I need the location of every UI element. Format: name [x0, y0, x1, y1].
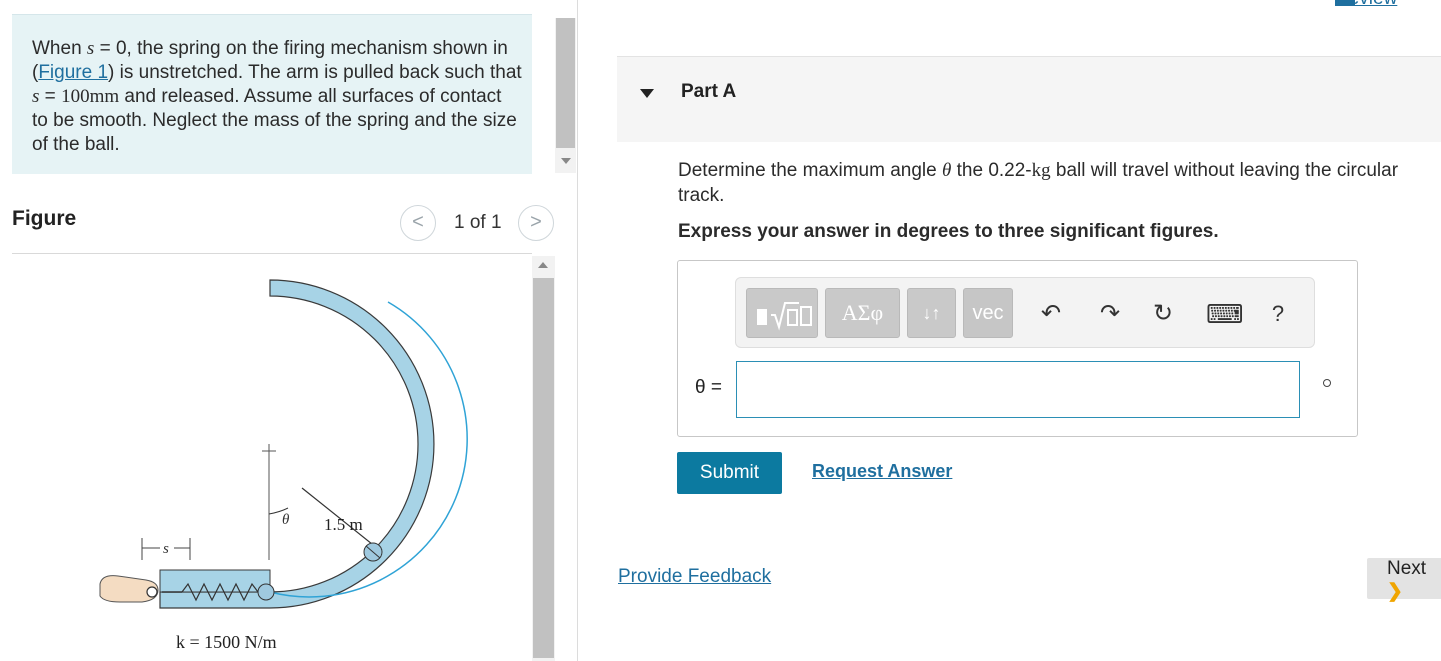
figure-divider — [12, 253, 532, 254]
figure-link[interactable]: Figure 1 — [38, 62, 108, 83]
degree-unit — [1323, 379, 1331, 387]
part-title: Part A — [681, 81, 737, 102]
scrollbar-thumb[interactable] — [533, 278, 554, 658]
answer-label: θ = — [695, 377, 722, 398]
provide-feedback-link[interactable]: Provide Feedback — [618, 566, 771, 588]
radius-label: 1.5 m — [324, 515, 363, 534]
problem-statement-panel: When s = 0, the spring on the firing mec… — [12, 14, 532, 174]
spring-constant-label: k = 1500 N/m — [176, 632, 277, 652]
scrollbar-thumb[interactable] — [556, 18, 575, 148]
previous-figure-button[interactable]: < — [400, 205, 436, 241]
next-figure-button[interactable]: > — [518, 205, 554, 241]
figure-scrollbar[interactable] — [532, 256, 555, 661]
theta-label: θ — [282, 512, 290, 528]
redo-icon[interactable]: ↷ — [1096, 300, 1124, 328]
launch-ball — [257, 583, 275, 601]
next-label: Next — [1387, 558, 1427, 579]
problem-scrollbar[interactable] — [555, 18, 576, 173]
question-text: Determine the maximum angle θ the 0.22-k… — [678, 160, 1399, 206]
answer-instruction: Express your answer in degrees to three … — [678, 221, 1219, 242]
scroll-up-arrow-icon[interactable] — [538, 262, 548, 268]
math-toolbar: ΑΣφ ↓↑ vec ↶ ↷ ↻ ⌨ ? — [735, 277, 1315, 348]
submit-button[interactable]: Submit — [677, 452, 782, 494]
request-answer-link[interactable]: Request Answer — [812, 461, 952, 482]
s-label: s — [163, 541, 169, 557]
chevron-right-icon: ❯ — [1387, 581, 1403, 602]
figure-heading: Figure — [12, 207, 77, 230]
column-divider — [577, 0, 578, 661]
review-link[interactable]: Review — [1335, 0, 1397, 10]
arrows-button[interactable]: ↓↑ — [907, 288, 956, 338]
keyboard-icon[interactable]: ⌨ — [1206, 300, 1244, 328]
scroll-down-arrow-icon[interactable] — [561, 158, 571, 164]
collapse-caret-icon[interactable] — [640, 89, 654, 98]
next-button[interactable]: Next ❯ — [1367, 558, 1441, 602]
templates-icon — [757, 302, 812, 331]
help-icon[interactable]: ? — [1264, 300, 1292, 328]
launch-rail — [159, 569, 271, 593]
templates-button[interactable] — [746, 288, 818, 338]
problem-statement: When s = 0, the spring on the firing mec… — [32, 38, 522, 155]
circular-track — [159, 279, 435, 609]
answer-input[interactable] — [736, 361, 1300, 418]
undo-icon[interactable]: ↶ — [1037, 300, 1065, 328]
answer-box: ΑΣφ ↓↑ vec ↶ ↷ ↻ ⌨ ? θ = — [677, 260, 1358, 437]
vector-button[interactable]: vec — [963, 288, 1013, 338]
spring-track-diagram: θ 1.5 m s k = 1500 N/m — [99, 279, 468, 652]
greek-symbols-button[interactable]: ΑΣφ — [825, 288, 900, 338]
figure-pager: 1 of 1 — [454, 212, 502, 233]
part-a-header[interactable]: Part A — [617, 56, 1441, 142]
reset-icon[interactable]: ↻ — [1149, 300, 1177, 328]
